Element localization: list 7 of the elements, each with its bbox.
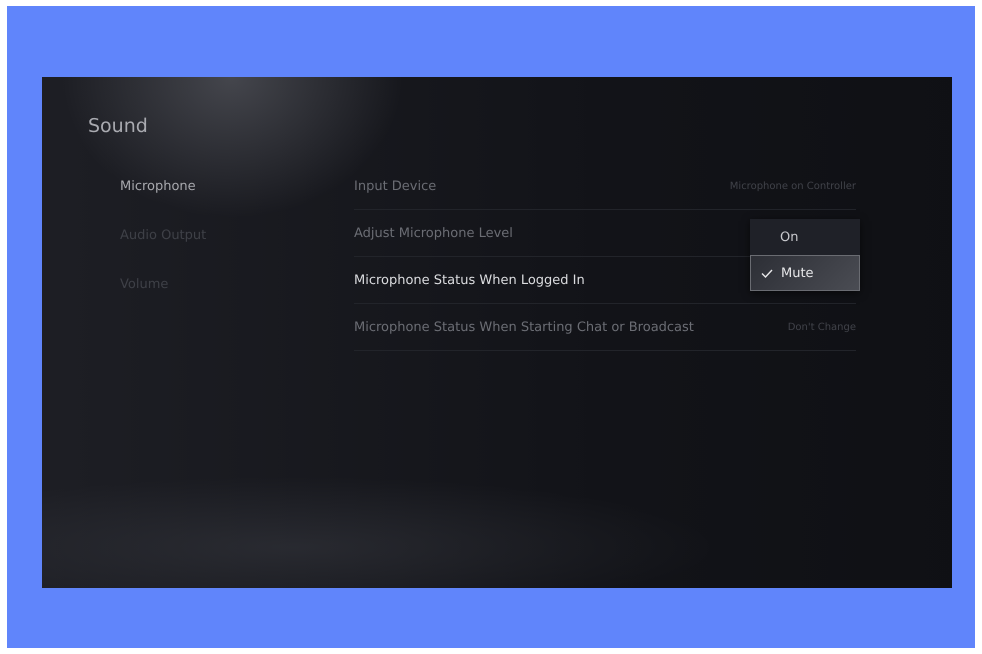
setting-label: Adjust Microphone Level [354,226,513,240]
setting-label: Microphone Status When Logged In [354,272,585,288]
dropdown-option[interactable]: Mute [750,255,860,291]
setting-label: Microphone Status When Starting Chat or Broadcast [354,320,694,334]
screen-title: Sound [88,115,149,139]
setting-label: Input Device [354,178,436,194]
checkmark-icon [761,268,773,278]
